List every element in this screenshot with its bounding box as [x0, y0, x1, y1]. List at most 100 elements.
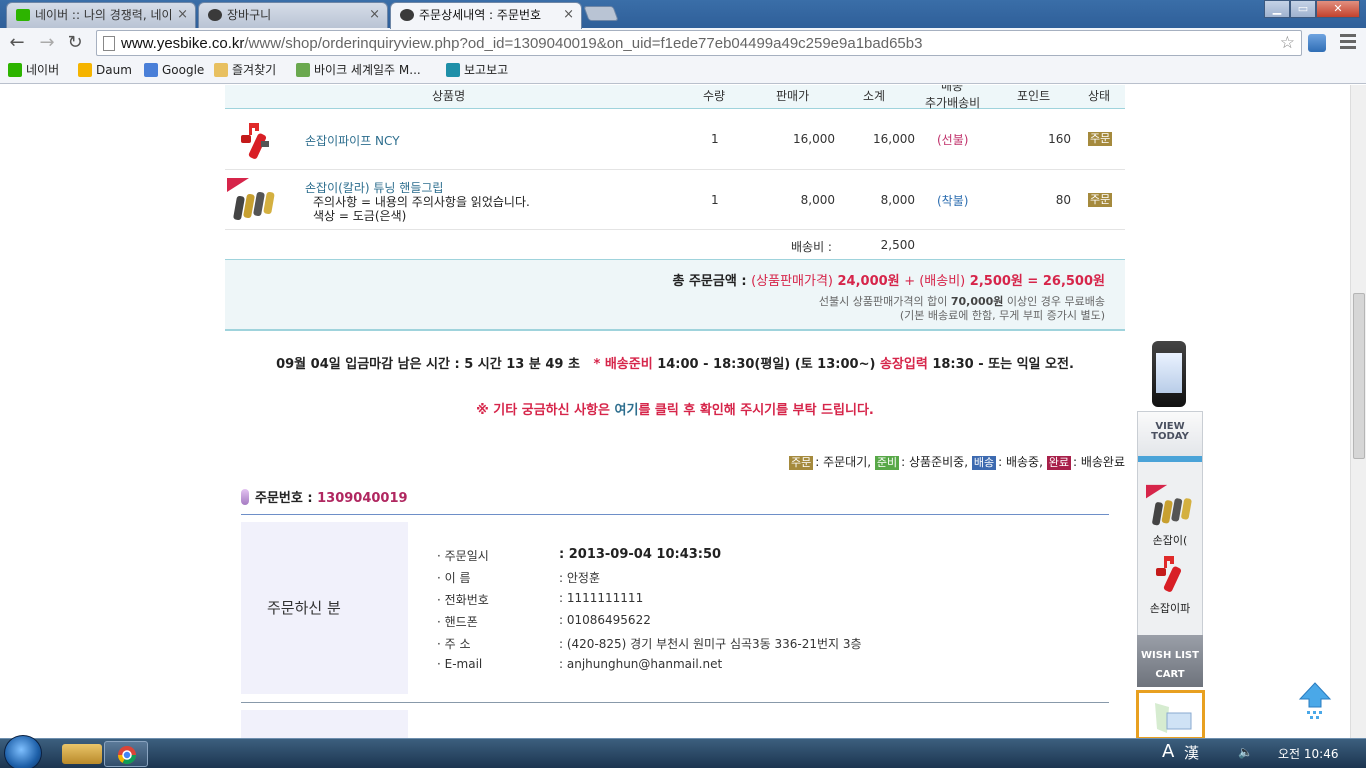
chrome-taskbar-icon[interactable] — [104, 741, 148, 767]
browser-toolbar: ← → ↻ www.yesbike.co.kr/www/shop/orderin… — [0, 28, 1366, 58]
view-today-panel: VIEW TODAY 손잡이( 손잡이파 — [1137, 411, 1203, 661]
cart-link[interactable]: CART — [1137, 665, 1203, 684]
product-thumbnail[interactable] — [235, 119, 275, 163]
maximize-button[interactable]: ▭ — [1290, 0, 1316, 18]
product-name-link[interactable]: 손잡이파이프 NCY — [305, 132, 400, 149]
bookmarks-bar: 네이버 Daum Google 즐겨찾기 바이크 세계일주 M... 보고보고 — [0, 58, 1366, 84]
taskbar: A 漢 🔈 오전 10:46 — [0, 735, 1366, 768]
tab-label: 장바구니 — [227, 8, 272, 22]
bookmark-daum[interactable]: Daum — [78, 62, 132, 78]
page-icon — [103, 36, 115, 51]
order-table-header: 상품명 수량 판매가 소계 배송 추가배송비 포인트 상태 — [225, 85, 1125, 110]
col-subtotal: 소계 — [863, 89, 886, 103]
legend-badge-shipping: 배송 — [971, 456, 997, 470]
status-cell: 주문 — [1088, 192, 1113, 207]
point-value: 80 — [1055, 193, 1071, 207]
clock[interactable]: 오전 10:46 — [1278, 745, 1338, 762]
window-controls: ▁ ▭ ✕ — [1264, 0, 1360, 18]
qty-value: 1 — [711, 193, 719, 207]
today-item-label[interactable]: 손잡이파 — [1138, 600, 1202, 616]
forward-button[interactable]: → — [36, 32, 58, 54]
status-badge: 주문 — [1088, 132, 1113, 146]
ship-type: (착불) — [937, 194, 969, 208]
back-button[interactable]: ← — [6, 32, 28, 54]
minimize-button[interactable]: ▁ — [1264, 0, 1290, 18]
legend-badge-ready: 준비 — [874, 456, 900, 470]
new-tab-button[interactable] — [583, 6, 619, 21]
naver-icon — [8, 63, 22, 77]
bookmark-naver[interactable]: 네이버 — [8, 62, 59, 78]
wishlist-link[interactable]: WISH LIST — [1137, 646, 1203, 665]
tab-close-icon[interactable]: × — [563, 3, 574, 27]
status-badge: 주문 — [1088, 193, 1113, 207]
address-bar[interactable]: www.yesbike.co.kr/www/shop/orderinquiryv… — [96, 30, 1302, 56]
close-window-button[interactable]: ✕ — [1316, 0, 1360, 18]
extension-icon[interactable] — [1308, 34, 1326, 52]
subtotal-value: 16,000 — [873, 132, 915, 146]
divider — [241, 514, 1109, 515]
tab-cart[interactable]: 장바구니 × — [198, 2, 388, 28]
price-value: 8,000 — [800, 193, 835, 207]
ime-hanja-indicator[interactable]: 漢 — [1184, 742, 1199, 763]
today-item-thumbnail[interactable] — [1146, 484, 1196, 530]
bookmark-star-icon[interactable]: ☆ — [1280, 33, 1295, 53]
tab-close-icon[interactable]: × — [177, 3, 188, 27]
url-text[interactable]: www.yesbike.co.kr/www/shop/orderinquiryv… — [121, 35, 922, 52]
vertical-scrollbar[interactable] — [1350, 85, 1366, 738]
status-cell: 주문 — [1088, 131, 1113, 146]
bogobogo-icon — [446, 63, 460, 77]
product-thumbnail[interactable] — [227, 178, 279, 224]
today-item-thumbnail[interactable] — [1150, 552, 1190, 596]
tab-label: 네이버 :: 나의 경쟁력, 네이 — [35, 8, 173, 22]
qty-value: 1 — [711, 132, 719, 146]
price-value: 16,000 — [793, 132, 835, 146]
explorer-taskbar-icon[interactable] — [62, 744, 102, 764]
inquiry-notice: ※ 기타 궁금하신 사항은 여기를 클릭 후 확인해 주시기를 부탁 드립니다. — [476, 403, 874, 418]
tab-naver[interactable]: 네이버 :: 나의 경쟁력, 네이 × — [6, 2, 196, 28]
naver-favicon-icon — [16, 9, 30, 21]
bookmark-folder-favorites[interactable]: 즐겨찾기 — [214, 62, 276, 78]
product-option: 색상 = 도금(은색) — [313, 209, 407, 223]
table-row: 손잡이(칼라) 튜닝 핸들그립 주의사항 = 내용의 주의사항을 읽었습니다. … — [225, 170, 1125, 230]
col-name: 상품명 — [432, 89, 466, 103]
shipping-note: (기본 배송료에 한함, 무게 부피 증가시 별도) — [899, 309, 1105, 322]
total-line: 총 주문금액 : (상품판매가격) 24,000원 + (배송비) 2,500원… — [672, 274, 1105, 289]
bookmark-google[interactable]: Google — [144, 62, 204, 78]
chrome-menu-icon[interactable] — [1340, 34, 1356, 50]
inquiry-link[interactable]: 여기 — [615, 403, 639, 418]
ime-a-indicator[interactable]: A — [1162, 741, 1174, 762]
scroll-to-top-icon[interactable] — [1298, 681, 1332, 723]
col-point: 포인트 — [1017, 89, 1051, 103]
bookmark-bike-world[interactable]: 바이크 세계일주 M... — [296, 62, 421, 78]
scrollbar-thumb[interactable] — [1353, 293, 1365, 459]
ship-type: (선불) — [937, 133, 969, 147]
mobile-phone-banner[interactable] — [1152, 341, 1186, 407]
today-item-label[interactable]: 손잡이( — [1138, 532, 1202, 548]
site-favicon-icon — [208, 9, 222, 21]
shipping-label: 배송비 : — [791, 240, 832, 254]
windows-start-button[interactable] — [4, 735, 42, 768]
table-row: 손잡이파이프 NCY 1 16,000 16,000 (선불) 160 주문 — [225, 109, 1125, 170]
system-tray: A 漢 🔈 오전 10:46 — [1136, 739, 1366, 768]
volume-icon[interactable]: 🔈 — [1238, 745, 1253, 759]
bookmark-bogobogo[interactable]: 보고보고 — [446, 62, 508, 78]
reload-button[interactable]: ↻ — [64, 32, 86, 54]
status-legend: 주문: 주문대기, 준비: 상품준비중, 배송: 배송중, 완료: 배송완료 — [788, 455, 1125, 470]
daum-icon — [78, 63, 92, 77]
chrome-logo-icon — [118, 746, 136, 765]
site-favicon-icon — [400, 9, 414, 21]
subtotal-value: 8,000 — [880, 193, 915, 207]
wishlist-cart-panel: WISH LIST CART — [1137, 635, 1203, 687]
orderer-section-label: 주문하신 분 — [241, 522, 408, 694]
cart-icon — [1155, 703, 1192, 733]
shipping-row: 배송비 : 2,500 — [225, 230, 1125, 259]
divider — [241, 702, 1109, 703]
tab-label: 주문상세내역 : 주문번호 — [419, 8, 542, 22]
cart-preview[interactable] — [1136, 690, 1205, 738]
legend-badge-order: 주문 — [788, 456, 814, 470]
tab-close-icon[interactable]: × — [369, 3, 380, 27]
page-viewport: 상품명 수량 판매가 소계 배송 추가배송비 포인트 상태 손잡이파이프 NCY… — [0, 85, 1350, 738]
view-today-header: VIEW TODAY — [1138, 412, 1202, 462]
pill-bullet-icon — [241, 489, 249, 505]
tab-order-detail[interactable]: 주문상세내역 : 주문번호 × — [390, 2, 582, 29]
